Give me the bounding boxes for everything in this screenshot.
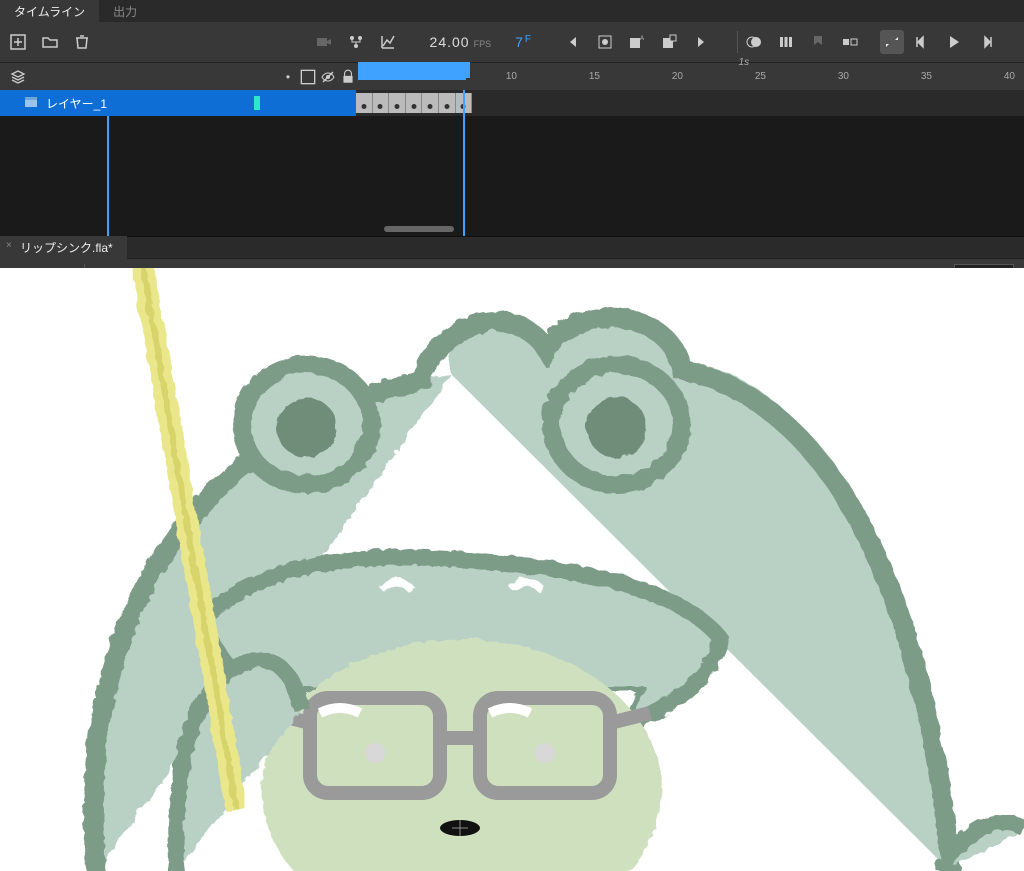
create-tween-icon[interactable] [840, 32, 860, 52]
keyframe[interactable] [422, 93, 439, 113]
current-frame-value[interactable]: 7 [515, 34, 523, 50]
ruler-tick: 35 [921, 71, 932, 82]
ruler-tick: 10 [506, 71, 517, 82]
keyframe[interactable] [356, 93, 373, 113]
outline-column-icon[interactable] [300, 69, 316, 85]
graph-icon[interactable] [378, 32, 398, 52]
keyframe-next-icon[interactable] [691, 32, 711, 52]
step-back-icon[interactable] [912, 32, 932, 52]
stage-canvas[interactable] [0, 268, 1024, 871]
horizontal-scroll-thumb[interactable] [384, 226, 454, 232]
insert-keyframe-icon[interactable] [595, 32, 615, 52]
parenting-view-icon[interactable] [346, 32, 366, 52]
highlight-column-icon[interactable]: • [280, 69, 296, 85]
new-folder-icon[interactable] [40, 32, 60, 52]
auto-keyframe-icon[interactable]: A [627, 32, 647, 52]
frame-unit: F [525, 34, 531, 45]
delete-icon[interactable] [72, 32, 92, 52]
document-tab[interactable]: × リップシンク.fla* [0, 236, 127, 259]
layer-name[interactable]: レイヤー_1 [46, 95, 107, 112]
tab-timeline[interactable]: タイムライン [0, 0, 99, 22]
visibility-column-icon[interactable] [320, 69, 336, 85]
new-layer-icon[interactable] [8, 32, 28, 52]
layers-icon[interactable] [10, 69, 26, 85]
keyframe[interactable] [389, 93, 406, 113]
step-forward-icon[interactable] [976, 32, 996, 52]
fps-value[interactable]: 24.00 [430, 34, 470, 50]
edit-multiple-frames-icon[interactable] [776, 32, 796, 52]
close-tab-icon[interactable]: × [6, 240, 12, 251]
timeline-body[interactable] [0, 116, 1024, 236]
keyframe-prev-icon[interactable] [563, 32, 583, 52]
loop-icon[interactable] [880, 30, 904, 54]
playhead-line[interactable] [107, 116, 109, 236]
playhead-line[interactable] [463, 90, 465, 236]
keyframe[interactable] [406, 93, 423, 113]
ruler-tick: 40 [1004, 71, 1015, 82]
ruler-tick: 25 [755, 71, 766, 82]
tab-output[interactable]: 出力 [99, 0, 151, 22]
ruler-tick: 20 [672, 71, 683, 82]
divider [737, 31, 738, 53]
insert-blank-keyframe-icon[interactable] [659, 32, 679, 52]
layer-row[interactable]: レイヤー_1 [0, 90, 1024, 116]
ruler-tick: 30 [838, 71, 849, 82]
ruler-tick: 15 [589, 71, 600, 82]
onion-skin-icon[interactable] [744, 32, 764, 52]
keyframe[interactable] [373, 93, 390, 113]
playhead-handle[interactable] [458, 62, 470, 78]
camera-icon[interactable] [314, 32, 334, 52]
fps-label: FPS [474, 39, 492, 49]
play-icon[interactable] [944, 32, 964, 52]
svg-text:A: A [640, 36, 644, 42]
frames-area[interactable] [356, 90, 1024, 116]
marker-icon[interactable] [808, 32, 828, 52]
layer-type-icon [24, 95, 38, 112]
keyframe[interactable] [439, 93, 456, 113]
playhead-range[interactable] [358, 62, 466, 80]
document-name: リップシンク.fla* [20, 241, 113, 255]
ruler-second-label: 1s [739, 57, 750, 68]
layer-highlight-indicator[interactable] [254, 96, 260, 110]
